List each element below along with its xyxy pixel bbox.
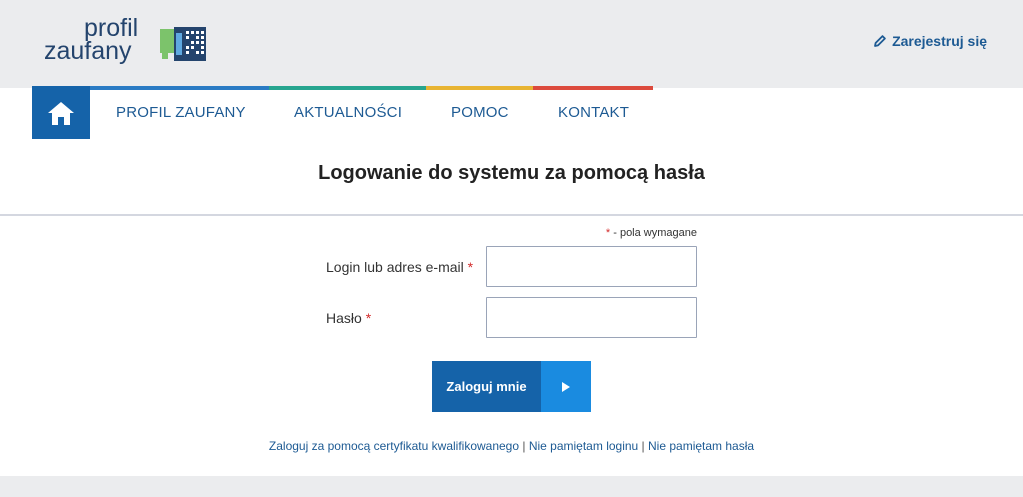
stripe-red xyxy=(533,86,653,90)
forgot-password-link[interactable]: Nie pamiętam hasła xyxy=(648,439,754,453)
login-button[interactable]: Zaloguj mnie xyxy=(432,361,591,412)
password-input[interactable] xyxy=(486,297,697,338)
nav-item-profil-zaufany[interactable]: PROFIL ZAUFANY xyxy=(116,104,246,121)
color-stripes xyxy=(90,86,653,90)
nav-item-kontakt[interactable]: KONTAKT xyxy=(558,104,629,121)
certificate-login-link[interactable]: Zaloguj za pomocą certyfikatu kwalifikow… xyxy=(269,439,519,453)
login-input[interactable] xyxy=(486,246,697,287)
register-link[interactable]: Zarejestruj się xyxy=(873,33,987,49)
login-button-label: Zaloguj mnie xyxy=(432,361,541,412)
stripe-green xyxy=(269,86,426,90)
required-fields-note: * - pola wymagane xyxy=(605,227,697,239)
pencil-icon xyxy=(874,35,886,47)
stripe-yellow xyxy=(426,86,533,90)
forgot-login-link[interactable]: Nie pamiętam loginu xyxy=(529,439,638,453)
footer-band xyxy=(0,476,1023,497)
home-icon xyxy=(48,101,74,125)
profil-zaufany-logo[interactable]: profil zaufany xyxy=(44,14,214,73)
section-divider xyxy=(0,214,1023,216)
top-header: profil zaufany Zarejestruj się xyxy=(0,0,1023,88)
logo-mark-icon xyxy=(160,27,206,61)
home-button[interactable] xyxy=(32,86,90,139)
play-arrow-icon xyxy=(541,361,591,412)
logo-wordmark: profil zaufany xyxy=(44,14,139,65)
nav-item-aktualnosci[interactable]: AKTUALNOŚCI xyxy=(294,104,402,121)
password-label: Hasło * xyxy=(326,310,372,326)
alternative-login-links: Zaloguj za pomocą certyfikatu kwalifikow… xyxy=(268,439,755,453)
stripe-blue xyxy=(90,86,269,90)
nav-item-pomoc[interactable]: POMOC xyxy=(451,104,509,121)
login-label: Login lub adres e-mail * xyxy=(326,259,474,275)
page-title: Logowanie do systemu za pomocą hasła xyxy=(318,162,705,184)
